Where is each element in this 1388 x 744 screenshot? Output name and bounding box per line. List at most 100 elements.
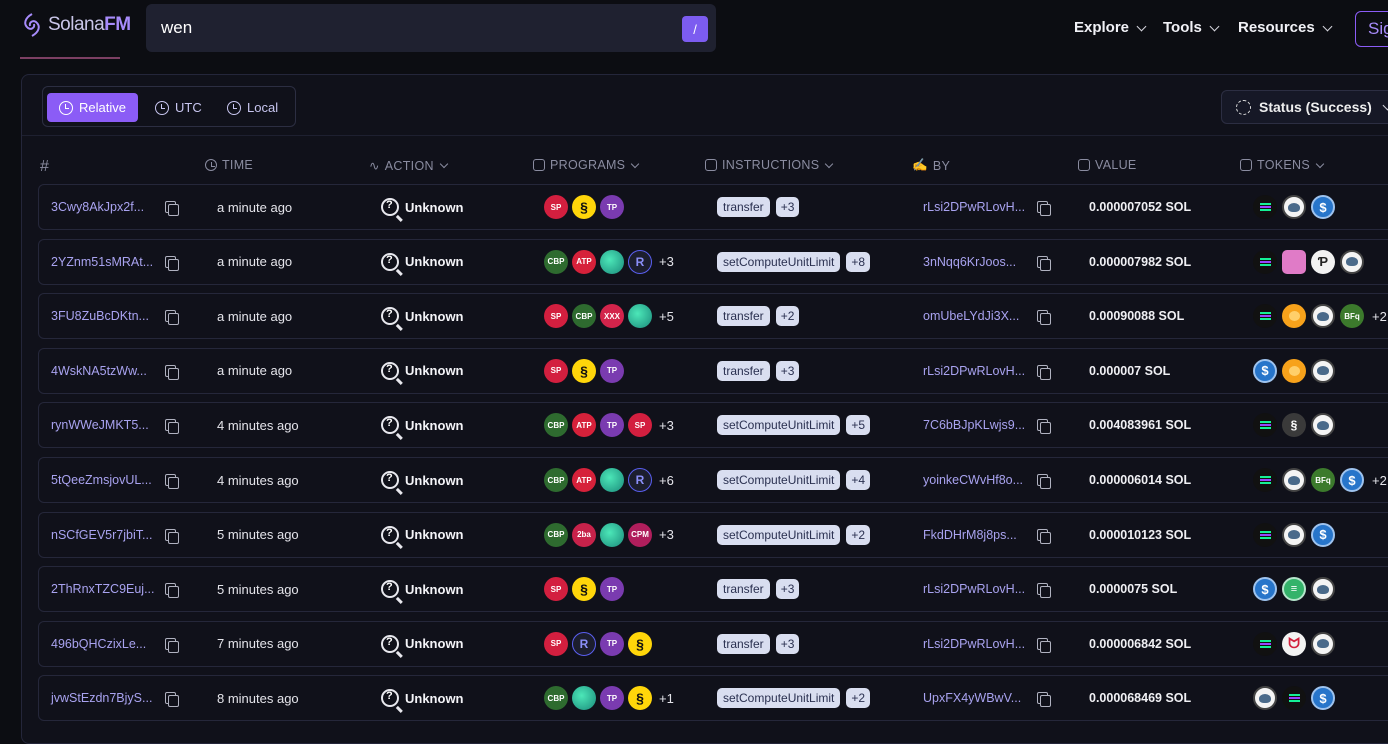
instruction-pill[interactable]: setComputeUnitLimit [717, 251, 841, 272]
column-header-programs[interactable]: PROGRAMS [533, 158, 640, 172]
programs-more-count[interactable]: +3 [659, 418, 674, 433]
usdc-token-icon[interactable]: $ [1253, 577, 1277, 602]
copy-icon[interactable] [165, 528, 179, 544]
tx-signature-link[interactable]: rynWWeJMKT5... [51, 403, 149, 447]
programs-more-count[interactable]: +3 [659, 254, 674, 269]
program-badge-cbp[interactable]: CBP [544, 468, 568, 492]
status-filter-button[interactable]: Status (Success) [1221, 90, 1388, 124]
search-bar[interactable]: / [146, 4, 716, 52]
usdc-token-icon[interactable]: $ [1340, 468, 1364, 492]
wen-token-icon[interactable] [1311, 577, 1335, 602]
wave-program-icon[interactable] [600, 468, 624, 492]
instruction-more-pill[interactable]: +4 [846, 470, 871, 490]
jupiter-program-icon[interactable]: § [572, 358, 596, 383]
program-badge-atp[interactable]: ATP [572, 413, 596, 438]
jupiter-program-icon[interactable]: § [628, 686, 652, 711]
program-badge-sp[interactable]: SP [544, 195, 568, 219]
column-header-instructions[interactable]: INSTRUCTIONS [705, 158, 834, 172]
signer-address-link[interactable]: rLsi2DPwRLovH... [923, 567, 1025, 611]
copy-icon[interactable] [165, 692, 179, 708]
instruction-more-pill[interactable]: +2 [846, 524, 871, 545]
usdc-token-icon[interactable]: $ [1311, 686, 1335, 711]
cat-token-icon[interactable] [1282, 249, 1306, 274]
bfq-token-icon[interactable]: BFq [1311, 468, 1335, 492]
program-badge-tp[interactable]: TP [600, 413, 624, 438]
column-header-tokens[interactable]: TOKENS [1240, 158, 1325, 172]
table-row[interactable]: 2YZnm51sMRAt... a minute ago Unknown CBPATP… [38, 238, 1388, 285]
copy-icon[interactable] [165, 419, 179, 435]
copy-icon[interactable] [1037, 583, 1051, 599]
table-row[interactable]: jvwStEzdn7BjyS... 8 minutes ago Unknown CBP… [38, 675, 1388, 722]
copy-icon[interactable] [1037, 419, 1051, 435]
raydium-program-icon[interactable]: R [628, 468, 652, 492]
solana-token-icon[interactable] [1253, 195, 1277, 219]
program-badge-sp[interactable]: SP [544, 631, 568, 656]
program-badge-2ba[interactable]: 2ba [572, 522, 596, 547]
table-row[interactable]: rynWWeJMKT5... 4 minutes ago Unknown CBPATP… [38, 402, 1388, 449]
instruction-pill[interactable]: setComputeUnitLimit [717, 524, 841, 545]
wen-token-icon[interactable] [1253, 686, 1277, 711]
program-badge-tp[interactable]: TP [600, 358, 624, 383]
wave-program-icon[interactable] [600, 522, 624, 547]
column-header-action[interactable]: ∿ ACTION [369, 158, 449, 173]
instruction-pill[interactable]: transfer [717, 197, 770, 217]
program-badge-sp[interactable]: SP [628, 413, 652, 438]
raydium-program-icon[interactable]: R [572, 631, 596, 656]
column-header-time[interactable]: TIME [205, 158, 253, 172]
program-badge-cbp[interactable]: CBP [544, 686, 568, 711]
instruction-pill[interactable]: setComputeUnitLimit [717, 415, 841, 436]
tx-signature-link[interactable]: 2YZnm51sMRAt... [51, 240, 153, 284]
programs-more-count[interactable]: +1 [659, 691, 674, 706]
signer-address-link[interactable]: yoinkeCWvHf8o... [923, 458, 1023, 502]
programs-more-count[interactable]: +6 [659, 473, 674, 488]
solana-token-icon[interactable] [1253, 249, 1277, 274]
bonk-token-icon[interactable] [1282, 358, 1306, 383]
copy-icon[interactable] [1037, 528, 1051, 544]
signer-address-link[interactable]: 3nNqq6KrJoos... [923, 240, 1016, 284]
white-token-icon[interactable]: Ƥ [1311, 249, 1335, 274]
bfq-token-icon[interactable]: BFq [1340, 304, 1364, 329]
wave-program-icon[interactable] [572, 686, 596, 711]
instruction-pill[interactable]: transfer [717, 633, 770, 654]
copy-icon[interactable] [1037, 364, 1051, 380]
wave-program-icon[interactable] [600, 249, 624, 274]
instruction-more-pill[interactable]: +2 [775, 306, 800, 327]
signin-button[interactable]: Sig [1355, 11, 1388, 47]
tx-signature-link[interactable]: 3Cwy8AkJpx2f... [51, 185, 144, 229]
wen-token-icon[interactable] [1311, 358, 1335, 383]
signer-address-link[interactable]: rLsi2DPwRLovH... [923, 185, 1025, 229]
program-badge-sp[interactable]: SP [544, 577, 568, 602]
program-badge-atp[interactable]: ATP [572, 468, 596, 492]
copy-icon[interactable] [1037, 692, 1051, 708]
wen-token-icon[interactable] [1311, 631, 1335, 656]
copy-icon[interactable] [1037, 310, 1051, 326]
program-badge-xxx[interactable]: XXX [600, 304, 624, 329]
nav-tools[interactable]: Tools [1163, 19, 1220, 36]
solana-token-icon[interactable] [1253, 631, 1277, 656]
tx-signature-link[interactable]: nSCfGEV5r7jbiT... [51, 513, 152, 557]
solana-token-icon[interactable] [1253, 522, 1277, 547]
program-badge-tp[interactable]: TP [600, 195, 624, 219]
usdc-token-icon[interactable]: $ [1253, 358, 1277, 383]
copy-icon[interactable] [165, 637, 179, 653]
instruction-more-pill[interactable]: +3 [775, 579, 800, 600]
instruction-pill[interactable]: transfer [717, 360, 770, 381]
jupiter-program-icon[interactable]: § [572, 577, 596, 602]
signer-address-link[interactable]: omUbeLYdJi3X... [923, 294, 1019, 338]
tx-signature-link[interactable]: jvwStEzdn7BjyS... [51, 676, 152, 720]
signer-address-link[interactable]: 7C6bBJpKLwjs9... [923, 403, 1025, 447]
copy-icon[interactable] [165, 310, 179, 326]
search-input[interactable] [146, 4, 666, 52]
program-badge-cbp[interactable]: CBP [544, 522, 568, 547]
tx-signature-link[interactable]: 3FU8ZuBcDKtn... [51, 294, 149, 338]
table-row[interactable]: 4WskNA5tzWw... a minute ago Unknown SP§TP tr… [38, 347, 1388, 394]
copy-icon[interactable] [165, 583, 179, 599]
timezone-local-button[interactable]: Local [215, 93, 290, 122]
programs-more-count[interactable]: +5 [659, 309, 674, 324]
tokens-more-count[interactable]: +2 [1372, 473, 1387, 488]
instruction-more-pill[interactable]: +3 [775, 633, 800, 654]
tx-signature-link[interactable]: 4WskNA5tzWw... [51, 349, 147, 393]
wen-token-icon[interactable] [1282, 522, 1306, 547]
tx-signature-link[interactable]: 496bQHCzixLe... [51, 622, 146, 666]
solana-token-icon[interactable] [1282, 686, 1306, 711]
